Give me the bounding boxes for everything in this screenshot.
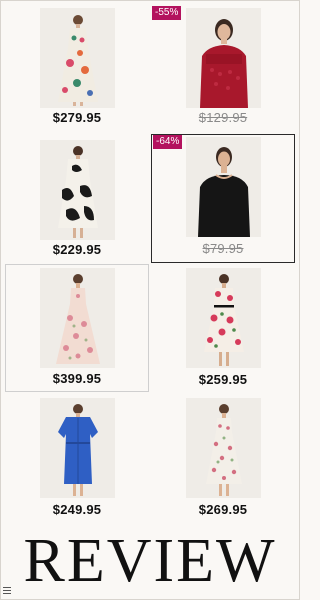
product-card[interactable]: $259.95	[150, 264, 296, 394]
product-image[interactable]	[40, 8, 115, 108]
product-price: $399.95	[52, 371, 102, 386]
product-image[interactable]	[40, 140, 115, 240]
discount-badge: -55%	[152, 6, 182, 20]
product-card[interactable]: $249.95	[4, 394, 150, 524]
menu-icon[interactable]	[3, 587, 11, 595]
discount-badge: -64%	[153, 135, 183, 149]
product-price: $249.95	[52, 502, 102, 517]
product-card[interactable]: -64% $79.95	[151, 134, 295, 263]
product-price: $229.95	[52, 242, 102, 257]
product-image[interactable]	[186, 137, 261, 237]
product-price: $259.95	[198, 372, 248, 387]
product-card[interactable]: -55% $129.95	[150, 2, 296, 132]
product-price: $129.95	[198, 110, 248, 125]
product-grid: $279.95 -55% $129.95 $229.95 -64% $79.95…	[0, 0, 300, 530]
product-card[interactable]: $269.95	[150, 394, 296, 524]
product-image[interactable]	[186, 8, 261, 108]
product-image[interactable]	[186, 398, 261, 498]
product-price: $269.95	[198, 502, 248, 517]
product-card[interactable]: $229.95	[4, 134, 150, 264]
product-price: $279.95	[52, 110, 102, 125]
product-image[interactable]	[40, 398, 115, 498]
product-card[interactable]: $399.95	[5, 264, 149, 392]
product-image[interactable]	[186, 268, 261, 368]
product-card[interactable]: $279.95	[4, 2, 150, 132]
product-price: $79.95	[202, 241, 244, 256]
product-image[interactable]	[40, 268, 115, 368]
review-heading: REVIEW	[23, 527, 277, 595]
